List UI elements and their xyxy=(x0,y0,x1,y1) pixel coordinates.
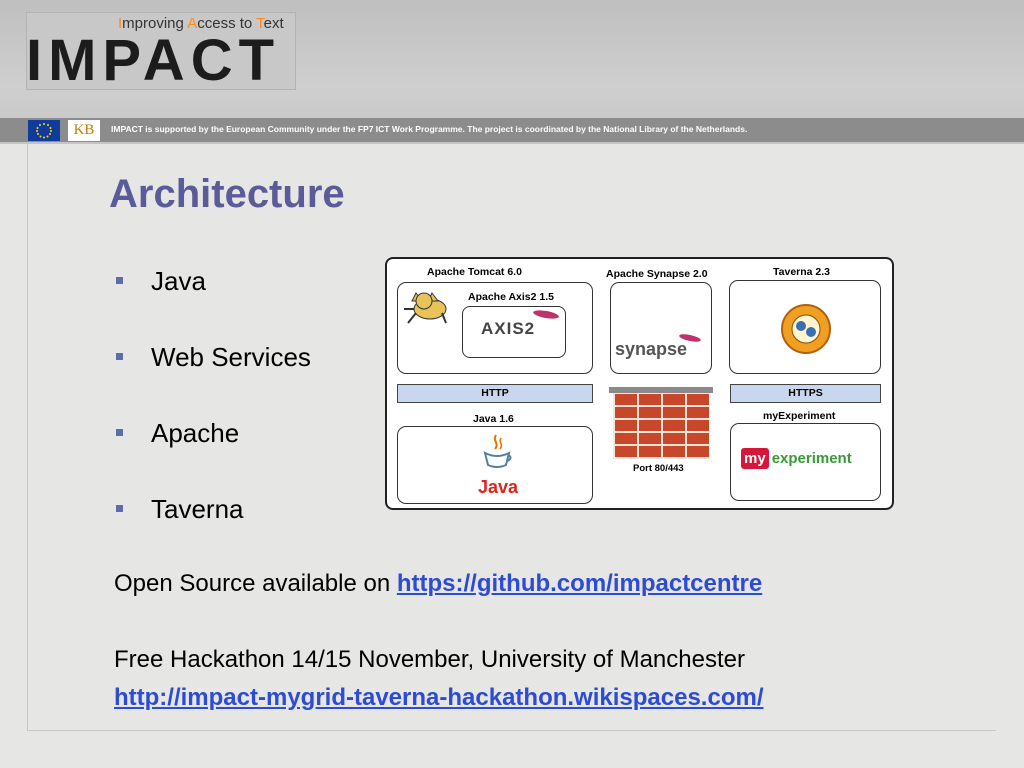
bullet-item: Apache xyxy=(116,418,239,449)
support-text: IMPACT is supported by the European Comm… xyxy=(111,124,748,134)
bullet-item: Taverna xyxy=(116,494,244,525)
tomcat-label: Apache Tomcat 6.0 xyxy=(427,266,522,278)
myexperiment-label: myExperiment xyxy=(763,410,836,422)
frame-left-line xyxy=(27,144,28,730)
apache-feather-icon xyxy=(532,308,560,321)
synapse-label: Apache Synapse 2.0 xyxy=(606,268,708,280)
architecture-diagram: Apache Tomcat 6.0 Apache Axis2 1.5 AXIS2… xyxy=(385,257,894,510)
taverna-gear-icon xyxy=(780,303,832,360)
axis2-label: Apache Axis2 1.5 xyxy=(468,291,554,303)
bullet-square-icon xyxy=(116,352,123,360)
tomcat-box: Apache Axis2 1.5 AXIS2 xyxy=(397,282,593,374)
bullet-item: Web Services xyxy=(116,342,311,373)
java-logo: Java xyxy=(478,477,519,497)
frame-bottom-line xyxy=(27,730,996,731)
http-bar: HTTP xyxy=(397,384,593,403)
tomcat-cat-icon xyxy=(402,287,454,332)
synapse-logo: synapse xyxy=(615,339,688,359)
bullet-square-icon xyxy=(116,276,123,284)
bullet-square-icon xyxy=(116,428,123,436)
myexperiment-box: my experiment xyxy=(730,423,881,501)
https-bar: HTTPS xyxy=(730,384,881,403)
github-link[interactable]: https://github.com/impactcentre xyxy=(397,570,762,597)
open-source-line: Open Source available on https://github.… xyxy=(114,570,763,597)
axis2-box: AXIS2 xyxy=(462,306,566,358)
firewall-icon xyxy=(613,393,709,459)
taverna-box xyxy=(729,280,881,374)
hackathon-line: Free Hackathon 14/15 November, Universit… xyxy=(114,646,745,673)
bullet-item: Java xyxy=(116,266,206,297)
synapse-box: synapse xyxy=(610,282,712,374)
port-label: Port 80/443 xyxy=(633,463,684,474)
hackathon-link-line: http://impact-mygrid-taverna-hackathon.w… xyxy=(114,684,764,712)
eu-flag-icon xyxy=(28,120,60,141)
kb-logo: KB xyxy=(68,120,100,141)
java-cup-icon xyxy=(482,433,512,476)
bullet-square-icon xyxy=(116,504,123,512)
axis2-logo: AXIS2 xyxy=(481,319,536,338)
logo-word: IMPACT xyxy=(26,28,281,93)
java-box: Java xyxy=(397,426,593,504)
java-label: Java 1.6 xyxy=(473,413,514,425)
taverna-label: Taverna 2.3 xyxy=(773,266,831,278)
slide-title: Architecture xyxy=(109,172,345,216)
hackathon-link[interactable]: http://impact-mygrid-taverna-hackathon.w… xyxy=(114,684,764,711)
myexperiment-logo: my experiment xyxy=(741,448,852,469)
